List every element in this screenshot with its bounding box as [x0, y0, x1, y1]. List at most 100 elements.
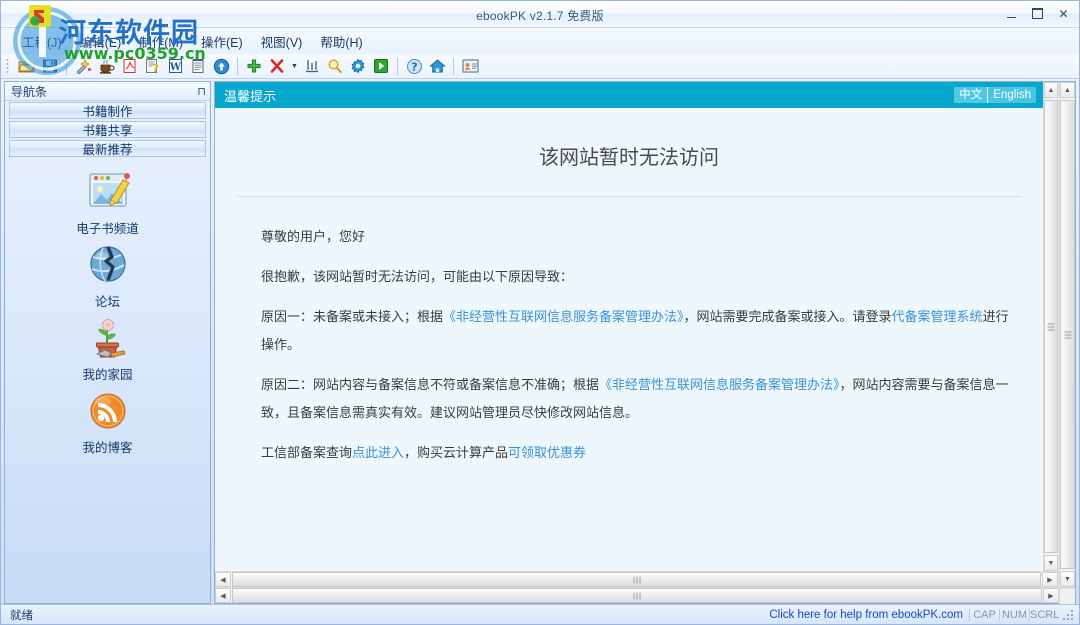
settings-gear-icon[interactable] — [347, 56, 369, 77]
coupon-link[interactable]: 可领取优惠券 — [508, 445, 586, 460]
frame-scroll-up-button[interactable]: ▲ — [1060, 82, 1075, 98]
page-scroll-left-button[interactable]: ◀ — [215, 572, 231, 587]
frame-scroll-thumb[interactable] — [1060, 100, 1075, 569]
sidebar-shortcut-ebook-channel[interactable]: 电子书频道 — [48, 170, 168, 237]
menu-operate[interactable]: 操作(E) — [192, 30, 252, 53]
sidebar-nav-latest-recommend[interactable]: 最新推荐 — [9, 140, 206, 157]
page-header-bar: 温馨提示 中文 English — [215, 82, 1043, 108]
window-title: ebookPK v2.1.7 免费版 — [1, 7, 1079, 24]
run-play-icon[interactable] — [370, 56, 392, 77]
help-document-icon[interactable]: ? — [141, 56, 163, 77]
frame-hscroll-track[interactable] — [231, 588, 1043, 603]
toolbar-separator-4 — [453, 58, 454, 75]
open-folder-icon[interactable] — [16, 56, 38, 77]
status-message: 就绪 — [10, 607, 769, 623]
menu-view[interactable]: 视图(V) — [252, 30, 312, 53]
menu-operate-label: 操作(E) — [201, 36, 243, 50]
sidebar-shortcut-my-blog-label: 我的博客 — [82, 437, 132, 456]
about-card-icon[interactable] — [459, 56, 481, 77]
frame-scroll-thumb-ridges — [1064, 331, 1071, 338]
frame-scroll-track[interactable] — [1060, 98, 1075, 571]
application-window: ebookPK v2.1.7 免费版 ✕ 工程(J) 编辑(E) 制作(M) 操… — [0, 0, 1080, 625]
minimize-button[interactable] — [1004, 6, 1019, 21]
close-button[interactable]: ✕ — [1056, 6, 1071, 21]
frame-scroll-right-button[interactable]: ▶ — [1043, 588, 1059, 603]
toolbar-separator-2 — [237, 58, 238, 75]
toolbar-grip[interactable] — [6, 58, 12, 75]
my-home-flowerpot-icon — [83, 316, 133, 362]
sidebar-nav-book-production[interactable]: 书籍制作 — [9, 102, 206, 119]
menu-help-label: 帮助(H) — [320, 36, 362, 50]
toolbar-separator — [66, 58, 67, 75]
menu-project[interactable]: 工程(J) — [13, 30, 71, 53]
sidebar-shortcuts: 电子书频道 论坛 — [5, 159, 210, 603]
menu-help[interactable]: 帮助(H) — [311, 30, 371, 53]
sidebar-nav-book-sharing-label: 书籍共享 — [82, 120, 132, 139]
reason-one-regulation-link[interactable]: 《非经营性互联网信息服务备案管理办法》 — [443, 309, 684, 324]
page-scroll-right-button[interactable]: ▶ — [1042, 572, 1058, 587]
frame-scroll-down-button[interactable]: ▼ — [1060, 571, 1075, 587]
frame-horizontal-scrollbar[interactable]: ◀ ▶ — [215, 587, 1075, 603]
page-hscroll-thumb[interactable] — [232, 572, 1041, 587]
reason-one-paragraph: 原因一：未备案或未接入；根据《非经营性互联网信息服务备案管理办法》，网站需要完成… — [237, 303, 1021, 359]
sidebar-shortcut-my-blog[interactable]: 我的博客 — [48, 389, 168, 456]
page-scroll-thumb[interactable] — [1044, 100, 1058, 553]
page-scroll-track[interactable] — [1044, 98, 1058, 555]
maximize-button[interactable] — [1030, 6, 1045, 21]
reason-two-regulation-link[interactable]: 《非经营性互联网信息服务备案管理办法》 — [599, 377, 840, 392]
pin-icon[interactable]: ⊓ — [197, 85, 206, 98]
word-document-icon[interactable]: W — [164, 56, 186, 77]
add-plus-icon[interactable] — [243, 56, 265, 77]
sidebar-shortcut-forum-label: 论坛 — [95, 291, 120, 310]
resize-grip[interactable] — [1063, 608, 1077, 622]
scrollbar-corner — [1059, 588, 1075, 604]
page-header-title: 温馨提示 — [224, 86, 954, 105]
java-cup-icon[interactable] — [95, 56, 117, 77]
menu-view-label: 视图(V) — [261, 36, 303, 50]
pdf-icon[interactable] — [118, 56, 140, 77]
sort-icon[interactable] — [301, 56, 323, 77]
chevron-down-icon[interactable]: ▼ — [289, 56, 300, 77]
forum-globe-icon — [83, 243, 133, 289]
intro-text: 很抱歉，该网站暂时无法访问，可能由以下原因导致： — [261, 269, 573, 284]
page-title: 该网站暂时无法访问 — [237, 108, 1021, 196]
browser-panel: 温馨提示 中文 English 该网站暂时无法访问 尊敬的用户，您好 — [214, 81, 1076, 604]
sidebar-nav-book-sharing[interactable]: 书籍共享 — [9, 121, 206, 138]
menu-edit[interactable]: 编辑(E) — [71, 30, 131, 53]
sidebar-shortcut-ebook-channel-label: 电子书频道 — [76, 218, 139, 237]
sidebar-shortcut-my-home-label: 我的家园 — [82, 364, 132, 383]
upload-arrow-icon[interactable] — [210, 56, 232, 77]
page-horizontal-scrollbar[interactable]: ◀ ▶ — [215, 571, 1058, 587]
status-scroll-indicator: SCRL — [1029, 609, 1059, 621]
page-scroll-down-button[interactable]: ▼ — [1044, 555, 1058, 571]
language-chinese-button[interactable]: 中文 — [954, 87, 987, 103]
home-icon[interactable] — [426, 56, 448, 77]
filing-system-link[interactable]: 代备案管理系统 — [892, 309, 983, 324]
page-scroll-up-button[interactable]: ▲ — [1044, 82, 1058, 98]
reason-two-paragraph: 原因二：网站内容与备案信息不符或备案信息不准确；根据《非经营性互联网信息服务备案… — [237, 371, 1021, 427]
hscroll-thumb-ridges — [633, 576, 640, 583]
language-english-button[interactable]: English — [987, 87, 1036, 103]
frame-vertical-scrollbar[interactable]: ▲ ▼ — [1059, 82, 1075, 587]
status-help-link[interactable]: Click here for help from ebookPK.com — [769, 609, 963, 621]
page-vertical-scrollbar[interactable]: ▲ ▼ — [1043, 82, 1058, 571]
notepad-icon[interactable] — [187, 56, 209, 77]
search-magnifier-icon[interactable] — [324, 56, 346, 77]
frame-hscroll-thumb[interactable] — [232, 588, 1042, 603]
reason-two-prefix: 原因二：网站内容与备案信息不符或备案信息不准确；根据 — [261, 377, 599, 392]
delete-cross-icon[interactable] — [266, 56, 288, 77]
frame-hscroll-thumb-ridges — [634, 592, 641, 599]
sidebar-shortcut-my-home[interactable]: 我的家园 — [48, 316, 168, 383]
help-question-icon[interactable]: ? — [403, 56, 425, 77]
status-bar: 就绪 Click here for help from ebookPK.com … — [1, 604, 1079, 624]
save-icon[interactable] — [39, 56, 61, 77]
magic-wand-icon[interactable] — [72, 56, 94, 77]
miit-query-link[interactable]: 点此进入 — [352, 445, 404, 460]
page-scroll-area: 温馨提示 中文 English 该网站暂时无法访问 尊敬的用户，您好 — [215, 82, 1058, 571]
menu-make[interactable]: 制作(M) — [130, 30, 192, 53]
frame-scroll-left-button[interactable]: ◀ — [215, 588, 231, 603]
sidebar-nav-book-production-label: 书籍制作 — [82, 101, 132, 120]
sidebar-shortcut-forum[interactable]: 论坛 — [48, 243, 168, 310]
page-hscroll-track[interactable] — [231, 572, 1042, 587]
intro-paragraph: 很抱歉，该网站暂时无法访问，可能由以下原因导致： — [237, 263, 1021, 291]
